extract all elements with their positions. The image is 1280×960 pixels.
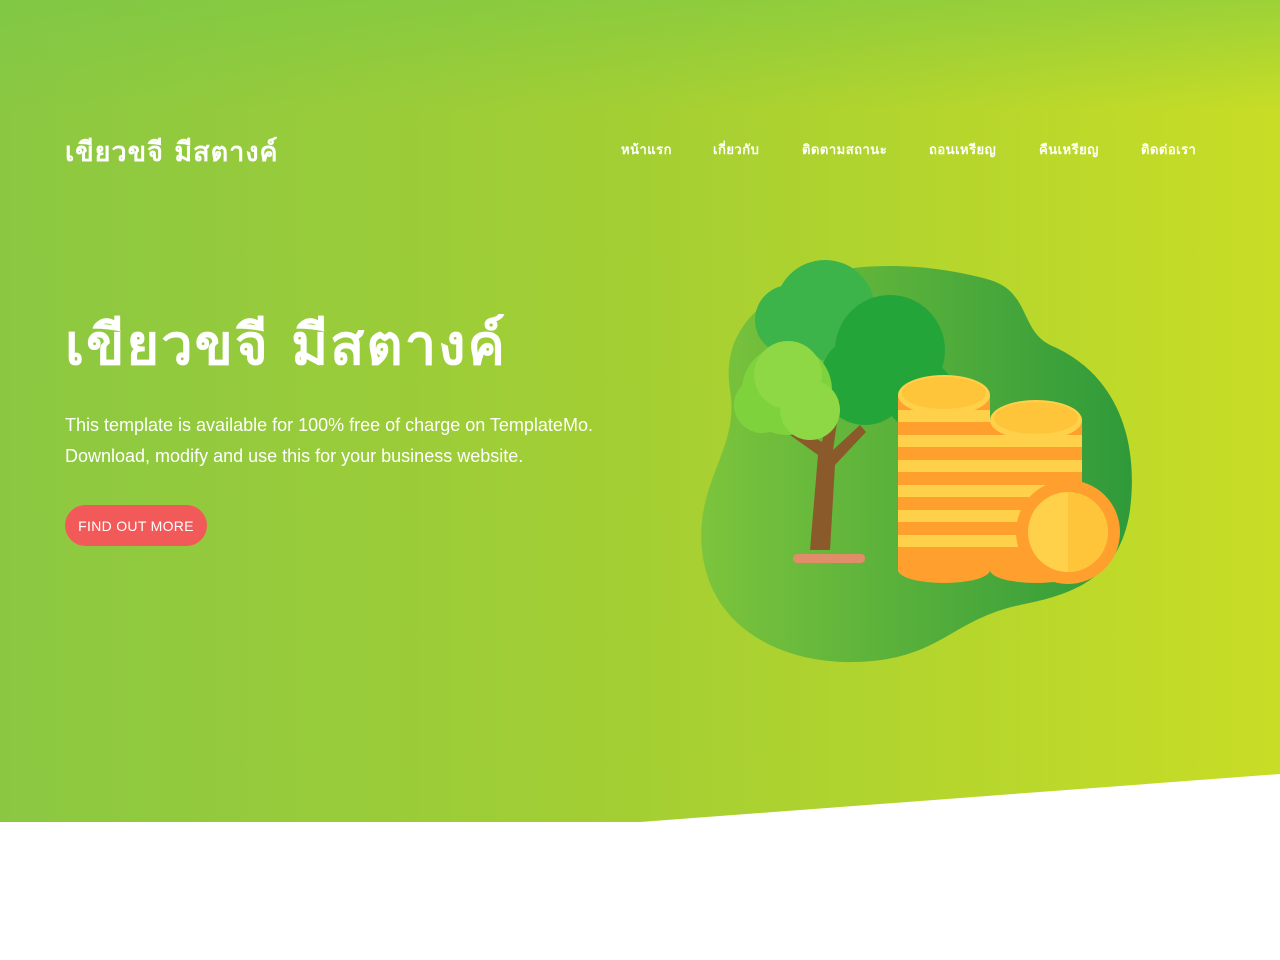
find-out-more-button[interactable]: FIND OUT MORE xyxy=(65,505,207,546)
hero-top-haze xyxy=(0,0,1280,110)
coin-icon xyxy=(1016,480,1120,584)
coin-stack-icon xyxy=(898,375,990,583)
hero-description-line-2: Download, modify and use this for your b… xyxy=(65,446,524,466)
main-nav: หน้าแรก เกี่ยวกับ ติดตามสถานะ ถอนเหรียญ … xyxy=(0,139,1280,163)
nav-about[interactable]: เกี่ยวกับ xyxy=(713,139,759,160)
nav-home[interactable]: หน้าแรก xyxy=(621,139,672,160)
hero-description: This template is available for 100% free… xyxy=(65,410,625,472)
nav-return-coins[interactable]: คืนเหรียญ xyxy=(1039,139,1099,160)
hero-description-line-1: This template is available for 100% free… xyxy=(65,415,593,435)
money-tree-coins-illustration xyxy=(701,260,1132,663)
hero-headline: เขียวขจี มีสตางค์ xyxy=(65,313,507,378)
nav-withdraw-coins[interactable]: ถอนเหรียญ xyxy=(929,139,996,160)
nav-contact[interactable]: ติดต่อเรา xyxy=(1141,139,1196,160)
nav-track-status[interactable]: ติดตามสถานะ xyxy=(802,139,887,160)
